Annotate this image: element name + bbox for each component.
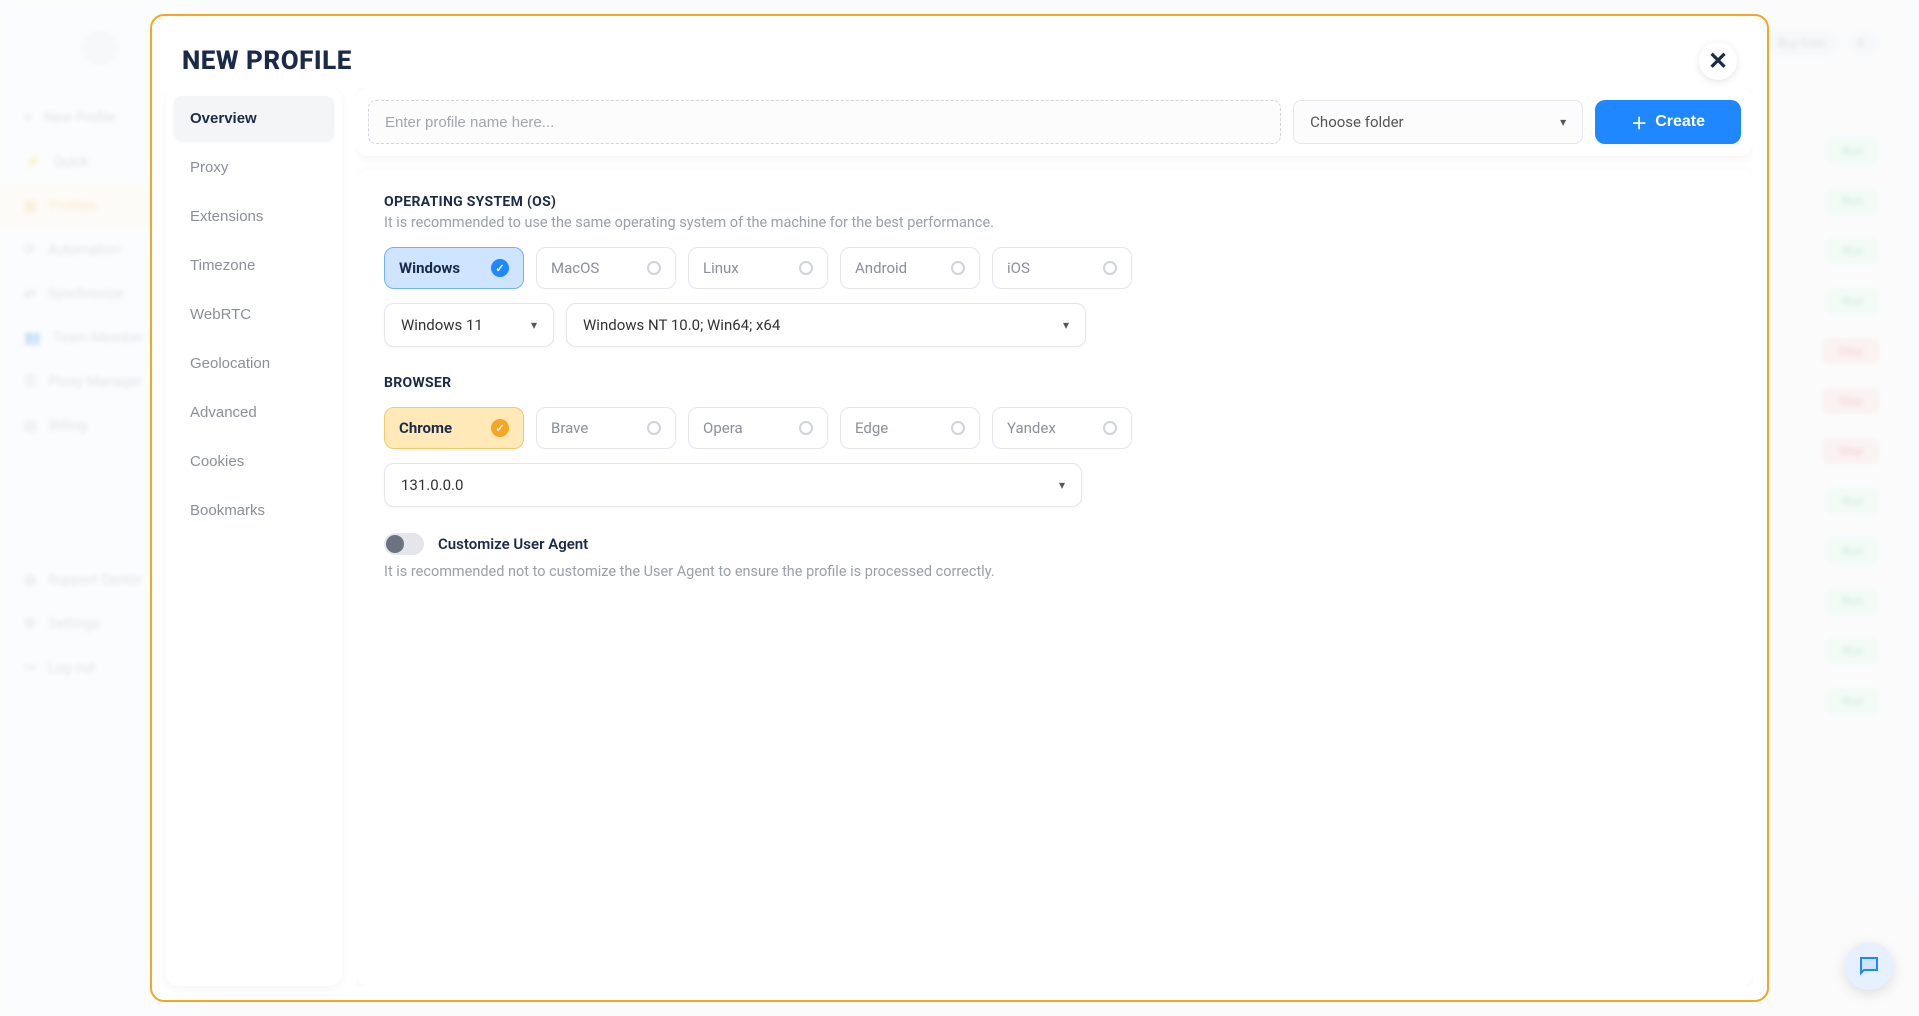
os-options: Windows ✓ MacOS Linux Android [384, 247, 1725, 289]
folder-select-label: Choose folder [1310, 113, 1403, 131]
customize-ua-desc: It is recommended not to customize the U… [384, 563, 1725, 580]
radio-icon [799, 421, 813, 435]
tab-proxy[interactable]: Proxy [174, 145, 334, 190]
new-profile-modal: NEW PROFILE ✕ Overview Proxy Extensions … [150, 14, 1769, 1002]
browser-option-opera[interactable]: Opera [688, 407, 828, 449]
close-button[interactable]: ✕ [1699, 42, 1737, 80]
ua-platform-select[interactable]: Windows NT 10.0; Win64; x64 ▾ [566, 303, 1086, 347]
browser-options: Chrome ✓ Brave Opera Edge [384, 407, 1725, 449]
tab-geolocation[interactable]: Geolocation [174, 341, 334, 386]
browser-version-select[interactable]: 131.0.0.0 ▾ [384, 463, 1082, 507]
chat-bubble-button[interactable] [1845, 942, 1893, 990]
side-tabs: Overview Proxy Extensions Timezone WebRT… [166, 88, 342, 986]
radio-icon [647, 421, 661, 435]
create-button-label: Create [1655, 113, 1705, 131]
top-row: Choose folder ▾ ＋ Create [356, 88, 1753, 156]
tab-timezone[interactable]: Timezone [174, 243, 334, 288]
os-section-desc: It is recommended to use the same operat… [384, 214, 1725, 231]
browser-option-edge[interactable]: Edge [840, 407, 980, 449]
tab-advanced[interactable]: Advanced [174, 390, 334, 435]
os-option-android[interactable]: Android [840, 247, 980, 289]
create-button[interactable]: ＋ Create [1595, 100, 1741, 144]
browser-section-title: BROWSER [384, 375, 1725, 391]
chevron-down-icon: ▾ [1059, 478, 1065, 492]
os-section-title: OPERATING SYSTEM (OS) [384, 194, 1725, 210]
radio-icon [1103, 261, 1117, 275]
profile-name-input[interactable] [368, 100, 1281, 144]
chevron-down-icon: ▾ [531, 318, 537, 332]
browser-option-brave[interactable]: Brave [536, 407, 676, 449]
close-icon: ✕ [1708, 47, 1728, 76]
radio-icon [951, 421, 965, 435]
tab-overview[interactable]: Overview [174, 96, 334, 141]
tab-extensions[interactable]: Extensions [174, 194, 334, 239]
plus-icon: ＋ [1631, 110, 1647, 134]
check-icon: ✓ [491, 419, 509, 437]
os-option-ios[interactable]: iOS [992, 247, 1132, 289]
radio-icon [799, 261, 813, 275]
tab-webrtc[interactable]: WebRTC [174, 292, 334, 337]
toggle-knob [386, 535, 404, 553]
folder-select[interactable]: Choose folder ▾ [1293, 100, 1583, 144]
modal-title: NEW PROFILE [182, 46, 352, 76]
os-option-macos[interactable]: MacOS [536, 247, 676, 289]
os-option-linux[interactable]: Linux [688, 247, 828, 289]
radio-icon [647, 261, 661, 275]
radio-icon [951, 261, 965, 275]
os-option-windows[interactable]: Windows ✓ [384, 247, 524, 289]
customize-ua-label: Customize User Agent [438, 535, 588, 553]
tab-cookies[interactable]: Cookies [174, 439, 334, 484]
os-version-select[interactable]: Windows 11 ▾ [384, 303, 554, 347]
chevron-down-icon: ▾ [1560, 115, 1566, 129]
chevron-down-icon: ▾ [1063, 318, 1069, 332]
tab-bookmarks[interactable]: Bookmarks [174, 488, 334, 533]
radio-icon [1103, 421, 1117, 435]
check-icon: ✓ [491, 259, 509, 277]
customize-ua-toggle[interactable] [384, 533, 424, 555]
overview-panel: OPERATING SYSTEM (OS) It is recommended … [356, 170, 1753, 986]
chat-icon [1857, 954, 1881, 978]
browser-option-yandex[interactable]: Yandex [992, 407, 1132, 449]
browser-option-chrome[interactable]: Chrome ✓ [384, 407, 524, 449]
